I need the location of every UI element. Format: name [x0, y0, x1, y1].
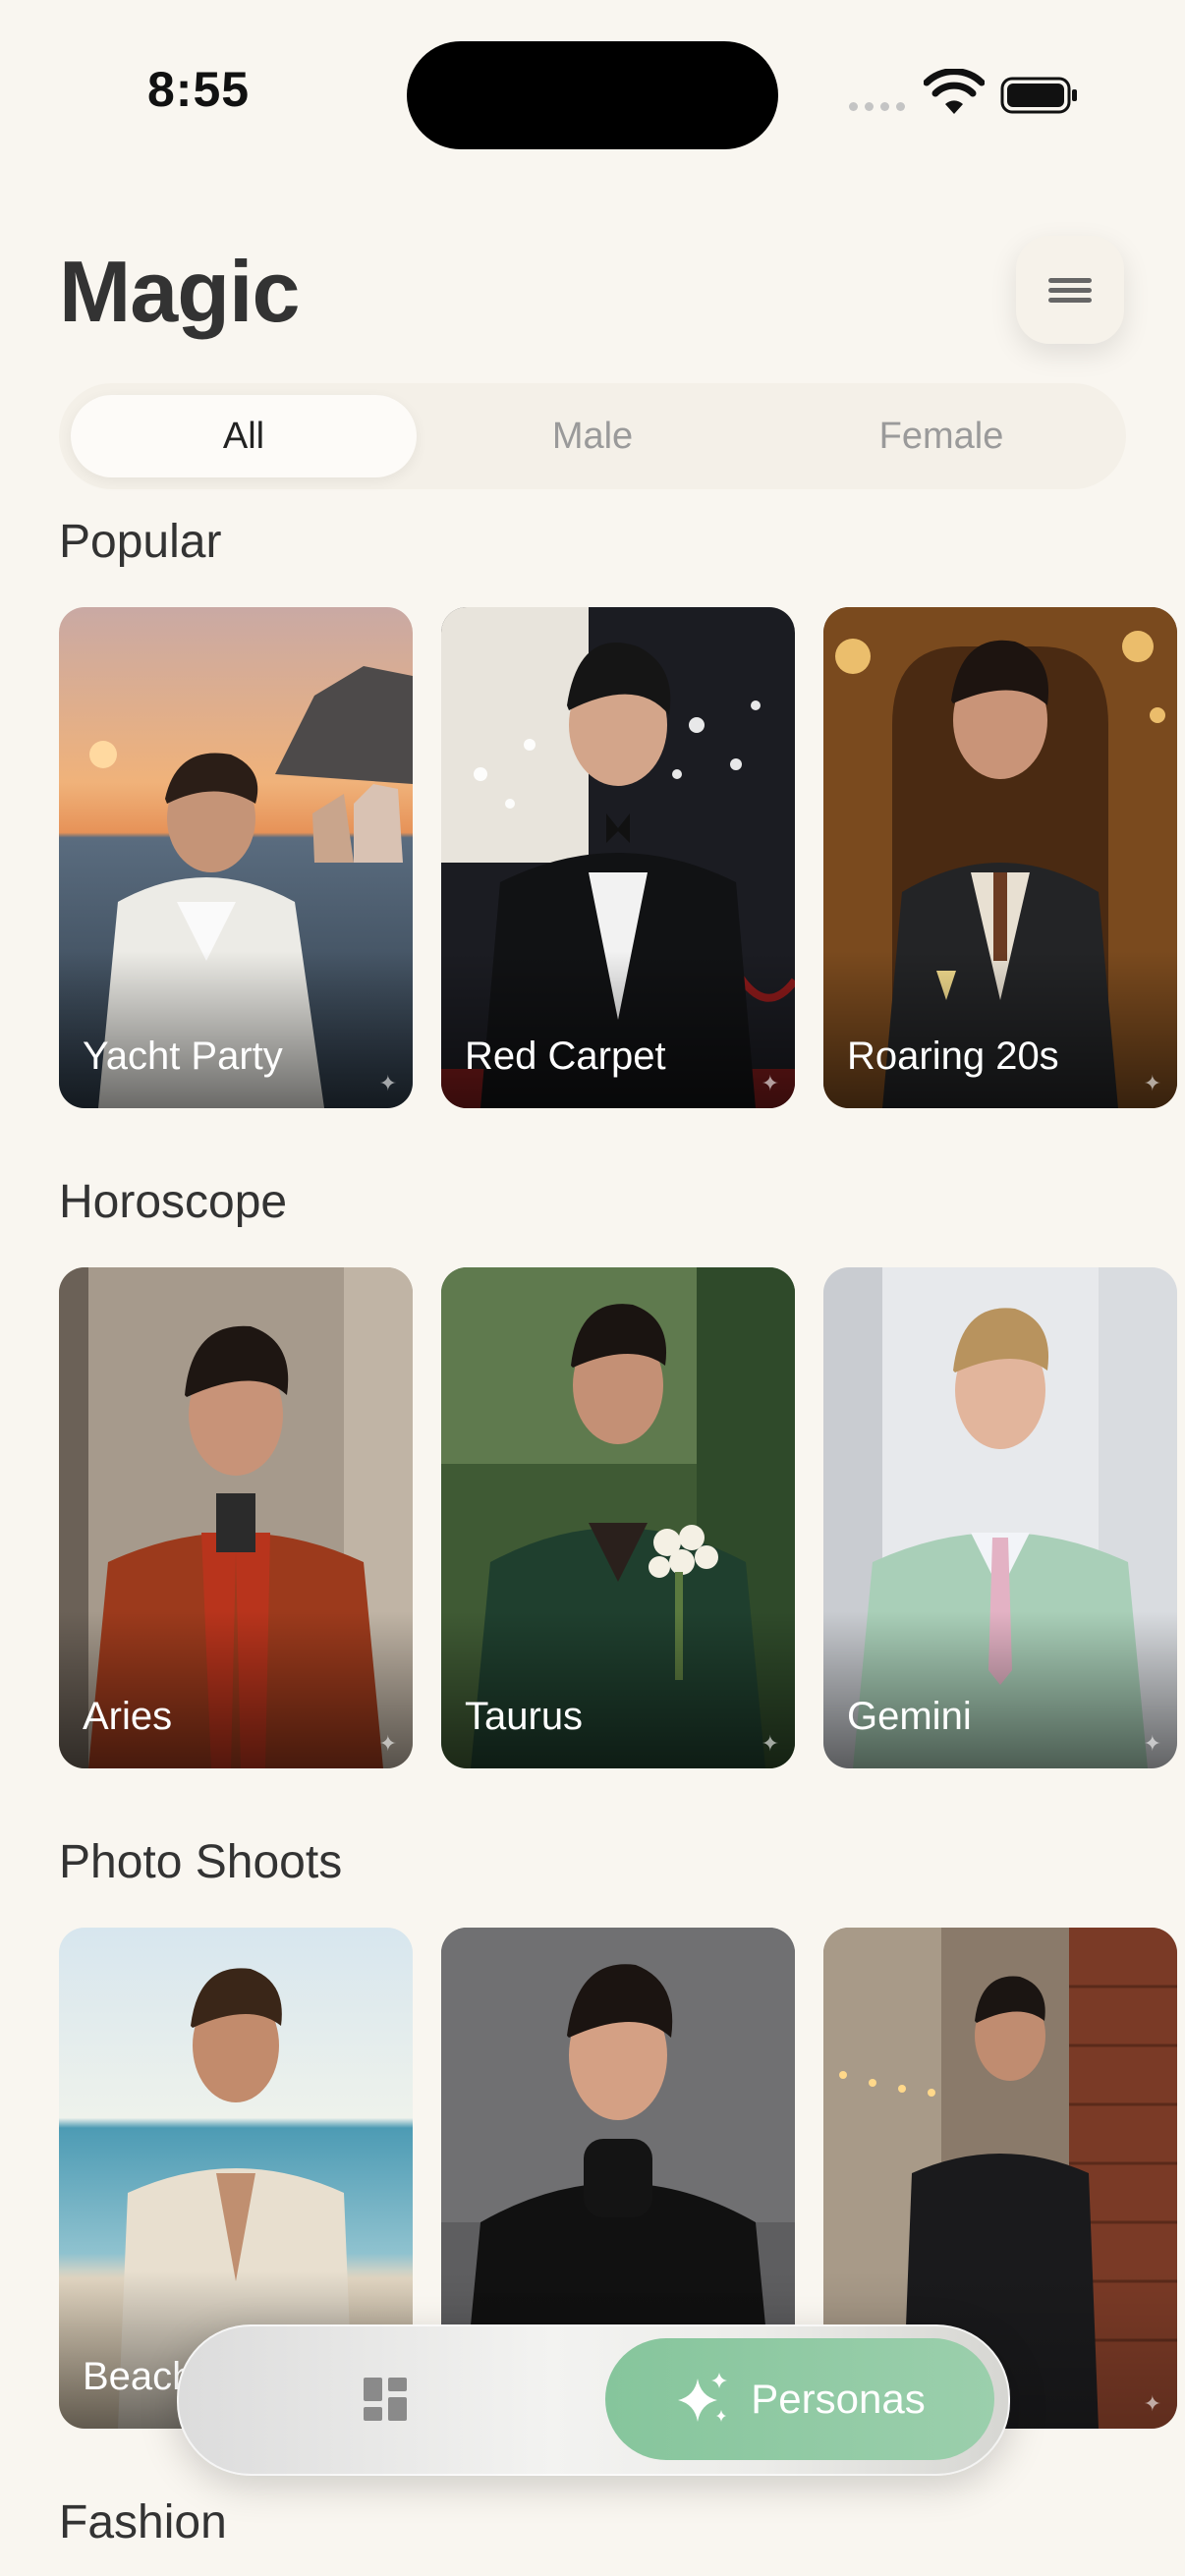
gender-filter: All Male Female — [59, 383, 1126, 489]
persona-card-roaring-20s[interactable]: Roaring 20s ✦ — [823, 607, 1177, 1108]
menu-button[interactable] — [1016, 236, 1124, 344]
persona-card-taurus[interactable]: Taurus ✦ — [441, 1267, 795, 1768]
sparkles-icon — [678, 2373, 728, 2422]
sparkle-icon: ✦ — [761, 1071, 779, 1095]
tab-male[interactable]: Male — [420, 395, 765, 477]
tab-all[interactable]: All — [71, 395, 417, 477]
status-time: 8:55 — [147, 62, 251, 117]
card-label: Taurus — [465, 1695, 584, 1738]
hamburger-icon — [1048, 273, 1092, 308]
sparkle-icon: ✦ — [1143, 2391, 1161, 2416]
card-label: Roaring 20s — [847, 1035, 1059, 1078]
card-label: Yacht Party — [83, 1035, 283, 1078]
persona-card-gemini[interactable]: Gemini ✦ — [823, 1267, 1177, 1768]
section-title-fashion: Fashion — [59, 2496, 227, 2548]
persona-card-yacht-party[interactable]: Yacht Party ✦ — [59, 607, 413, 1108]
signal-dots-icon — [849, 102, 905, 111]
sparkle-icon: ✦ — [761, 1731, 779, 1756]
tab-female[interactable]: Female — [768, 395, 1114, 477]
dynamic-island — [407, 41, 778, 149]
card-label: Aries — [83, 1695, 173, 1738]
gallery-tab-icon[interactable] — [362, 2376, 409, 2423]
sparkle-icon: ✦ — [1143, 1071, 1161, 1095]
section-title-popular: Popular — [59, 516, 222, 568]
personas-tab-label: Personas — [751, 2376, 926, 2422]
sparkle-icon: ✦ — [1143, 1731, 1161, 1756]
page-title: Magic — [59, 243, 300, 340]
sparkle-icon: ✦ — [378, 1731, 397, 1756]
persona-card-aries[interactable]: Aries ✦ — [59, 1267, 413, 1768]
sparkle-icon: ✦ — [378, 1071, 397, 1095]
section-title-horoscope: Horoscope — [59, 1176, 288, 1228]
wifi-icon — [924, 69, 985, 114]
card-label: Red Carpet — [465, 1035, 666, 1078]
personas-tab-button[interactable]: Personas — [605, 2338, 994, 2460]
persona-card-red-carpet[interactable]: Red Carpet ✦ — [441, 607, 795, 1108]
battery-icon — [1000, 77, 1077, 114]
card-label: Gemini — [847, 1695, 972, 1738]
section-title-photo-shoots: Photo Shoots — [59, 1836, 343, 1888]
